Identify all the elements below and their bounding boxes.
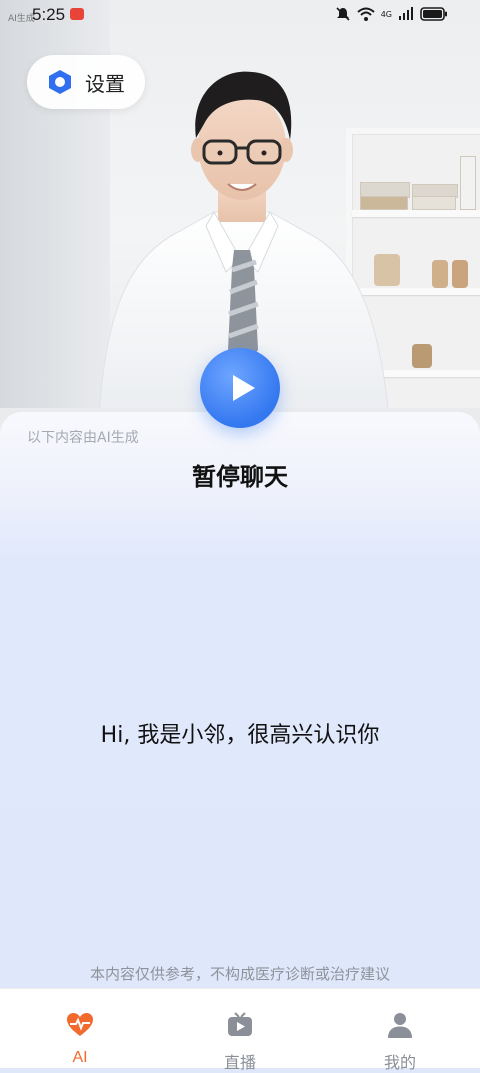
play-icon (233, 375, 255, 401)
assistant-greeting: Hi, 我是小邻，很高兴认识你 (100, 723, 380, 748)
status-bar: AI生成 5:25 4G (0, 0, 480, 32)
play-button[interactable] (200, 348, 280, 428)
notification-badge-icon (70, 8, 84, 20)
wifi-icon (357, 7, 375, 21)
tab-ai[interactable]: AI (30, 989, 130, 1068)
person-icon (388, 1013, 412, 1038)
signal-icon (399, 7, 413, 20)
battery-icon (420, 7, 447, 21)
tab-mine-label: 我的 (383, 1053, 416, 1072)
ai-content-note: 以下内容由AI生成 (27, 430, 139, 446)
tab-mine[interactable]: 我的 (350, 989, 450, 1072)
network-label: 4G (380, 9, 392, 19)
hexagon-settings-icon (49, 70, 71, 94)
mute-icon (336, 7, 350, 21)
settings-button[interactable]: 设置 (27, 55, 145, 109)
tab-ai-label: AI (72, 1049, 88, 1066)
tv-play-icon (228, 1012, 252, 1036)
heart-pulse-icon (67, 1013, 93, 1036)
tab-live-label: 直播 (223, 1053, 256, 1072)
bottom-tab-bar: AI 直播 我的 (0, 988, 480, 1072)
tab-live[interactable]: 直播 (190, 989, 290, 1072)
medical-disclaimer: 本内容仅供参考，不构成医疗诊断或治疗建议 (89, 965, 390, 983)
settings-label: 设置 (85, 71, 125, 96)
chat-panel (0, 412, 480, 988)
chat-status-title: 暂停聊天 (192, 463, 288, 491)
ai-generated-tag: AI生成 (8, 14, 35, 24)
status-time: 5:25 (32, 5, 66, 24)
